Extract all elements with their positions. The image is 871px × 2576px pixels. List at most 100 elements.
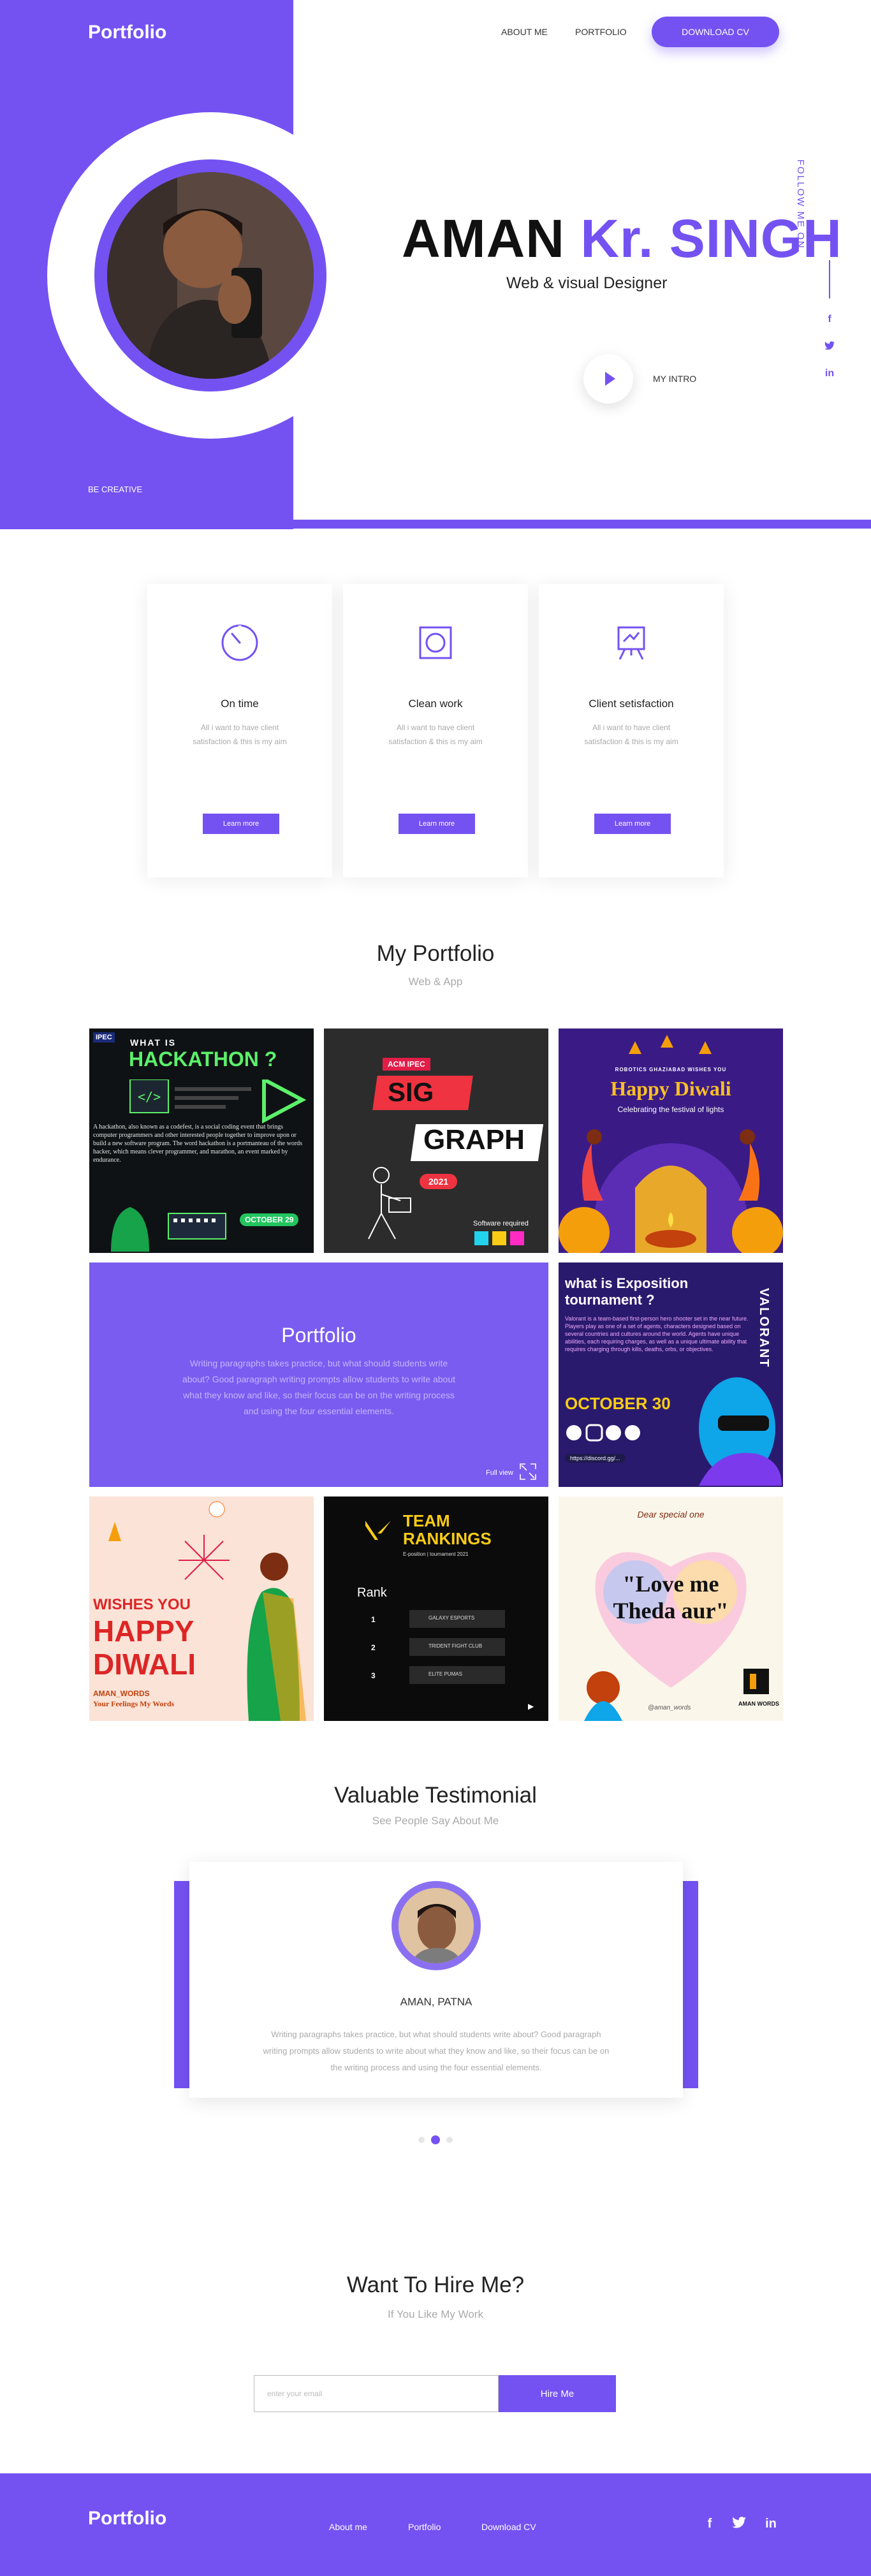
profile-photo <box>107 172 314 379</box>
service-desc: All i want to have client satisfaction &… <box>193 723 287 746</box>
portfolio-title: My Portfolio <box>376 941 495 966</box>
portfolio-tile-featured[interactable]: Portfolio Writing paragraphs takes pract… <box>89 1262 548 1487</box>
carousel-dot[interactable] <box>418 2137 425 2143</box>
portfolio-tile-diwali-festival[interactable]: ROBOTICS GHAZIABAD WISHES YOU Happy Diwa… <box>559 1028 783 1253</box>
testimonial-subtitle: See People Say About Me <box>372 1815 499 1827</box>
tile-handle: @aman_words <box>648 1704 691 1711</box>
carousel-dot-active[interactable] <box>431 2135 440 2144</box>
footer-link-download-cv[interactable]: Download CV <box>481 2522 536 2532</box>
featured-text: Writing paragraphs takes practice, but w… <box>182 1358 456 1416</box>
sound-icon[interactable]: ▶ <box>528 1702 539 1713</box>
software-icon <box>492 1231 506 1245</box>
tile-body: Valorant is a team-based first-person he… <box>565 1315 749 1352</box>
team-name: GALAXY ESPORTS <box>428 1615 475 1621</box>
rank-row: 1 GALAXY ESPORTS <box>365 1606 518 1634</box>
linkedin-icon[interactable]: in <box>824 368 835 379</box>
tile-heading: WHAT IS <box>130 1037 177 1048</box>
testimonial-name: AMAN, PATNA <box>400 1996 472 2008</box>
tile-logo: IPEC <box>93 1032 115 1043</box>
email-input[interactable]: enter your email <box>254 2375 499 2412</box>
testimonial-title: Valuable Testimonial <box>334 1783 537 1808</box>
clock-icon <box>219 622 260 663</box>
tile-kicker: ROBOTICS GHAZIABAD WISHES YOU <box>615 1067 727 1072</box>
footer-link-portfolio[interactable]: Portfolio <box>408 2522 441 2532</box>
rank-number: 1 <box>371 1615 376 1624</box>
tile-title: TEAM RANKINGS <box>403 1511 492 1548</box>
testimonial-text: Writing paragraphs takes practice, but w… <box>263 2030 610 2072</box>
linkedin-icon[interactable]: in <box>764 2517 778 2532</box>
play-intro-button[interactable] <box>583 354 633 404</box>
testimonial-avatar <box>399 1888 474 1963</box>
tile-date: OCTOBER 29 <box>240 1213 299 1226</box>
footer-logo[interactable]: Portfolio <box>88 2508 166 2529</box>
learn-more-button[interactable]: Learn more <box>594 814 671 834</box>
facebook-icon[interactable]: f <box>703 2517 717 2532</box>
diwali-illustration <box>559 1035 783 1253</box>
rank-row: 2 TRIDENT FIGHT CLUB <box>365 1634 518 1662</box>
intro-label[interactable]: MY INTRO <box>653 374 696 384</box>
hero-name-first: AMAN <box>402 209 565 268</box>
valorant-logo-icon <box>365 1521 391 1540</box>
team-name: TRIDENT FIGHT CLUB <box>428 1643 483 1649</box>
nav-about-me[interactable]: ABOUT ME <box>501 27 548 37</box>
tile-side: VALORANT <box>757 1288 771 1368</box>
rank-label: Rank <box>357 1586 387 1600</box>
facebook-icon[interactable]: f <box>824 314 835 325</box>
tile-brand: AMAN_WORDS <box>93 1689 150 1698</box>
portfolio-tile-exposition[interactable]: what is Exposition tournament ? Valorant… <box>559 1262 783 1487</box>
wishes-line2: HAPPY <box>93 1614 194 1648</box>
testimonial-band-left <box>174 1881 189 2088</box>
featured-title: Portfolio <box>281 1324 356 1347</box>
square-frame-icon <box>415 622 456 663</box>
follow-divider <box>829 260 830 298</box>
social-row <box>565 1423 641 1442</box>
hire-me-button[interactable]: Hire Me <box>499 2375 616 2412</box>
hire-title: Want To Hire Me? <box>346 2272 525 2297</box>
portfolio-tile-hackathon[interactable]: IPEC WHAT IS HACKATHON ? </> A hackathon… <box>89 1028 314 1253</box>
download-cv-button[interactable]: DOWNLOAD CV <box>652 17 779 47</box>
page: Portfolio ABOUT ME PORTFOLIO DOWNLOAD CV… <box>0 0 871 2576</box>
tile-title: what is Exposition tournament ? <box>565 1275 689 1308</box>
wishes-line1: WISHES YOU <box>93 1596 191 1613</box>
twitter-icon[interactable] <box>824 341 835 353</box>
tile-text: "Love me Theda aur" <box>613 1571 729 1623</box>
team-name: ELITE PUMAS <box>428 1671 462 1677</box>
service-card-clean-work: Clean work All i want to have client sat… <box>343 584 528 877</box>
testimonial-card: AMAN, PATNA Writing paragraphs takes pra… <box>189 1862 683 2098</box>
follow-me-label: FOLLOW ME ON <box>795 159 806 249</box>
service-card-on-time: On time All i want to have client satisf… <box>147 584 332 877</box>
full-view-label[interactable]: Full view <box>486 1469 513 1477</box>
hacker-illustration <box>111 1207 226 1252</box>
portfolio-subtitle: Web & App <box>408 976 463 988</box>
expand-icon[interactable] <box>519 1463 537 1481</box>
service-desc: All i want to have client satisfaction &… <box>388 723 483 746</box>
rank-list: 1 GALAXY ESPORTS 2 TRIDENT FIGHT CLUB 3 … <box>365 1606 518 1690</box>
twitter-icon[interactable] <box>732 2517 746 2532</box>
tile-graph: GRAPH <box>423 1124 525 1155</box>
testimonial-band-right <box>683 1881 698 2088</box>
site-logo[interactable]: Portfolio <box>88 22 166 43</box>
tile-sig: SIG <box>388 1077 434 1107</box>
portfolio-tile-rankings[interactable]: TEAM RANKINGS E-position | tournament 20… <box>324 1497 548 1721</box>
hero-bottom-band <box>0 520 871 529</box>
tile-badge: ACM IPEC <box>383 1058 430 1071</box>
rank-number: 2 <box>371 1643 376 1652</box>
nav-portfolio[interactable]: PORTFOLIO <box>575 27 627 37</box>
software-icon <box>474 1231 488 1245</box>
software-icon <box>510 1231 524 1245</box>
portfolio-tile-siggraph[interactable]: ACM IPEC SIG GRAPH 2021 Software require… <box>324 1028 548 1253</box>
portfolio-tile-wishes[interactable]: WISHES YOU HAPPY DIWALI AMAN_WORDS Your … <box>89 1497 314 1721</box>
service-desc: All i want to have client satisfaction &… <box>584 723 678 746</box>
tile-body: A hackathon, also known as a codefest, i… <box>93 1123 303 1164</box>
learn-more-button[interactable]: Learn more <box>399 814 475 834</box>
portfolio-tile-love-me[interactable]: Dear special one "Love me Theda aur" @am… <box>559 1497 783 1721</box>
hire-subtitle: If You Like My Work <box>388 2308 483 2320</box>
tile-top: Dear special one <box>637 1509 705 1519</box>
learn-more-button[interactable]: Learn more <box>203 814 279 834</box>
service-title: On time <box>221 698 259 710</box>
tile-note: Software required <box>473 1220 529 1227</box>
footer-link-about[interactable]: About me <box>329 2522 367 2532</box>
carousel-dot[interactable] <box>446 2137 453 2143</box>
service-card-client-satisfaction: Client setisfaction All i want to have c… <box>539 584 724 877</box>
svg-text:</>: </> <box>138 1089 161 1104</box>
